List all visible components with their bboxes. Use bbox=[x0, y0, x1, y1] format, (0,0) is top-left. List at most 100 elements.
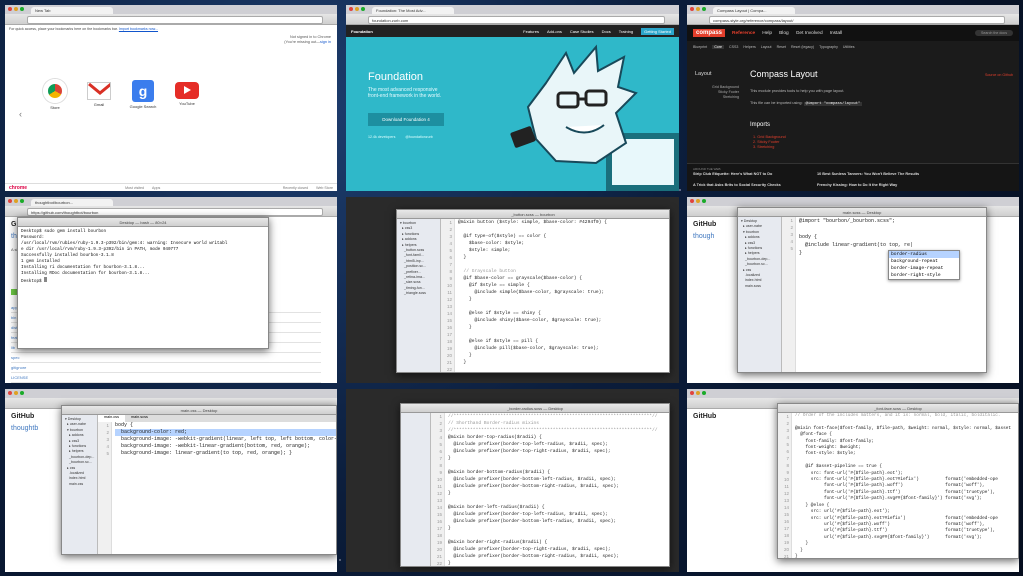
github-logo[interactable]: GitHub bbox=[11, 413, 34, 420]
code-line[interactable]: @include prefixer(border-bottom-right-ra… bbox=[448, 553, 669, 560]
tab-compass[interactable]: Compass Layout | Compa... bbox=[713, 7, 795, 14]
project-sidebar[interactable]: ▾ bourbon ▸ css3 ▸ functions ▸ addons ▸ … bbox=[397, 219, 441, 372]
address-bar[interactable] bbox=[27, 16, 323, 24]
code-line[interactable]: @if $base-color == grayscale($base-color… bbox=[458, 275, 669, 282]
code-line[interactable]: $base-color: $style; bbox=[458, 240, 669, 247]
tab-github[interactable]: thoughtbot/bourbon... bbox=[31, 199, 113, 206]
nav-case-studies[interactable]: Case Studies bbox=[570, 29, 594, 34]
repo-owner[interactable]: though bbox=[693, 233, 714, 240]
nav-training[interactable]: Training bbox=[619, 29, 633, 34]
autocomplete-item[interactable]: border-right-style bbox=[889, 272, 959, 279]
code-area[interactable]: @import "bourbon/_bourbon.scss"; body { … bbox=[796, 217, 986, 372]
code-line[interactable]: @mixin border-bottom-radius($radii) { bbox=[448, 469, 669, 476]
code-line[interactable]: @include shiny($base-color, $grayscale: … bbox=[458, 317, 669, 324]
most-visited-tab[interactable]: Most visited bbox=[125, 186, 144, 190]
getting-started-button[interactable]: Getting Started bbox=[641, 27, 674, 35]
code-line[interactable]: } bbox=[458, 359, 669, 366]
subnav-reset-legacy[interactable]: Reset (legacy) bbox=[791, 45, 814, 49]
import-bookmarks-link[interactable]: Import bookmarks now... bbox=[119, 27, 158, 31]
subnav-blueprint[interactable]: Blueprint bbox=[693, 45, 707, 49]
address-bar[interactable]: https://github.com/thoughtbot/bourbon bbox=[27, 208, 323, 216]
code-area[interactable]: // Order of the includes matters, and it… bbox=[792, 413, 1018, 558]
autocomplete-item[interactable]: border-radius bbox=[889, 251, 959, 258]
subnav-css3[interactable]: CSS3 bbox=[729, 45, 738, 49]
code-line[interactable]: @include pill($base-color, $grayscale: t… bbox=[458, 345, 669, 352]
window-controls[interactable] bbox=[690, 7, 706, 11]
code-line[interactable] bbox=[448, 497, 669, 504]
signin-link[interactable]: sign in bbox=[320, 40, 331, 44]
autocomplete-item[interactable]: background-repeat bbox=[889, 258, 959, 265]
code-line[interactable]: //**************************************… bbox=[448, 427, 669, 434]
window-controls[interactable] bbox=[8, 7, 24, 11]
code-line[interactable]: url('#{$file-path}.ttf') format('truetyp… bbox=[795, 528, 1018, 534]
github-logo[interactable]: GitHub bbox=[693, 413, 716, 420]
code-line[interactable] bbox=[458, 303, 669, 310]
tab-foundation[interactable]: Foundation: The Most Adv... bbox=[372, 7, 454, 14]
code-line[interactable]: } bbox=[448, 490, 669, 497]
sidebar-stretching[interactable]: Stretching bbox=[697, 95, 739, 100]
source-github-link[interactable]: Source on Github bbox=[985, 73, 1013, 77]
brand-link[interactable]: Foundation bbox=[351, 29, 373, 34]
code-line[interactable]: //**************************************… bbox=[448, 413, 669, 420]
download-button[interactable]: Download Foundation 4 bbox=[368, 113, 444, 126]
code-line[interactable]: // Shorthand Border-radius mixins bbox=[448, 420, 669, 427]
code-area[interactable]: body { background-color: red; background… bbox=[112, 422, 336, 554]
nav-get-involved[interactable]: Get Involved bbox=[796, 31, 823, 36]
code-line[interactable]: @include prefixer(border-bottom-right-ra… bbox=[448, 483, 669, 490]
project-sidebar[interactable]: ▾ Desktop ▸ user-nabe ▾ bourbon ▸ addons… bbox=[738, 217, 782, 372]
editor-window[interactable]: _font-face.scss — Desktop 1 2 3 4 5 6 7 8 9 10 11 1… bbox=[777, 403, 1019, 559]
nav-install[interactable]: Install bbox=[830, 31, 843, 36]
web-store-link[interactable]: Web Store bbox=[316, 186, 333, 190]
code-line[interactable]: src: url('#{$file-path}.eot?#iefix') for… bbox=[795, 516, 1018, 522]
code-line[interactable]: @include prefixer(border-bottom-left-rad… bbox=[448, 518, 669, 525]
code-line[interactable]: background-image: linear-gradient(to top… bbox=[115, 450, 336, 457]
prev-page-icon[interactable]: ‹ bbox=[19, 109, 22, 119]
code-line[interactable]: } bbox=[448, 525, 669, 532]
tree-item[interactable]: _triangle.scss bbox=[400, 291, 437, 296]
window-controls[interactable] bbox=[349, 7, 365, 11]
nav-features[interactable]: Features bbox=[523, 29, 539, 34]
nav-blog[interactable]: Blog bbox=[779, 31, 789, 36]
address-bar[interactable]: foundation.zurb.com bbox=[368, 16, 665, 24]
twitter-link[interactable]: @foundationzurb bbox=[405, 135, 432, 139]
subnav-reset[interactable]: Reset bbox=[777, 45, 786, 49]
code-line[interactable]: body { bbox=[799, 233, 986, 241]
code-line[interactable]: @include prefixer(border-top-left-radius… bbox=[448, 511, 669, 518]
app-store[interactable]: Store bbox=[41, 79, 69, 110]
code-line[interactable]: background-image: -webkit-gradient(linea… bbox=[115, 436, 336, 443]
code-area[interactable]: @mixin button ($style: simple, $base-col… bbox=[455, 219, 669, 372]
code-line[interactable]: } bbox=[448, 560, 669, 566]
editor-window[interactable]: _border-radius.scss — Desktop 1234567891… bbox=[400, 403, 670, 567]
code-line[interactable]: @include simple($base-color, $grayscale:… bbox=[458, 289, 669, 296]
apps-tab[interactable]: Apps bbox=[152, 186, 160, 190]
autocomplete-popup[interactable]: border-radius background-repeat border-i… bbox=[888, 250, 960, 280]
code-line[interactable]: @else if $style == pill { bbox=[458, 338, 669, 345]
code-line[interactable]: @if $style == simple { bbox=[458, 282, 669, 289]
tree-item[interactable]: _bourbon.sc... bbox=[65, 460, 94, 465]
code-line[interactable]: @mixin border-top-radius($radii) { bbox=[448, 434, 669, 441]
code-line[interactable] bbox=[458, 226, 669, 233]
code-line[interactable]: } bbox=[458, 324, 669, 331]
code-line[interactable]: background-image: -webkit-linear-gradien… bbox=[115, 443, 336, 450]
terminal-window[interactable]: Desktop — bash — 80×24 Desktop$ sudo gem… bbox=[17, 217, 269, 349]
code-line[interactable]: background-color: red; bbox=[115, 429, 336, 436]
code-line[interactable]: } bbox=[795, 554, 1018, 558]
code-line[interactable]: @include prefixer(border-top-right-radiu… bbox=[448, 448, 669, 455]
file-row[interactable]: gitignore bbox=[11, 363, 321, 373]
autocomplete-item[interactable]: border-image-repeat bbox=[889, 265, 959, 272]
docs-search-input[interactable]: Search the docs bbox=[975, 30, 1013, 36]
code-line[interactable]: } bbox=[448, 455, 669, 462]
subnav-utilities[interactable]: Utilities bbox=[843, 45, 855, 49]
code-area[interactable]: //**************************************… bbox=[445, 413, 669, 566]
nav-reference[interactable]: Reference bbox=[732, 31, 755, 36]
window-controls[interactable] bbox=[8, 199, 24, 203]
nav-addons[interactable]: Add-ons bbox=[547, 29, 562, 34]
code-line[interactable]: @include linear-gradient(to top, re| bbox=[799, 241, 986, 249]
app-gmail[interactable]: Gmail bbox=[85, 79, 113, 110]
recently-closed-button[interactable]: Recently closed bbox=[283, 186, 308, 190]
compass-logo[interactable]: compass bbox=[693, 29, 726, 37]
code-line[interactable]: @mixin border-right-radius($radii) { bbox=[448, 539, 669, 546]
import-grid-background[interactable]: Grid Background bbox=[757, 135, 786, 139]
code-line[interactable]: @include prefixer(border-top-right-radiu… bbox=[448, 546, 669, 553]
file-row[interactable]: spec bbox=[11, 353, 321, 363]
